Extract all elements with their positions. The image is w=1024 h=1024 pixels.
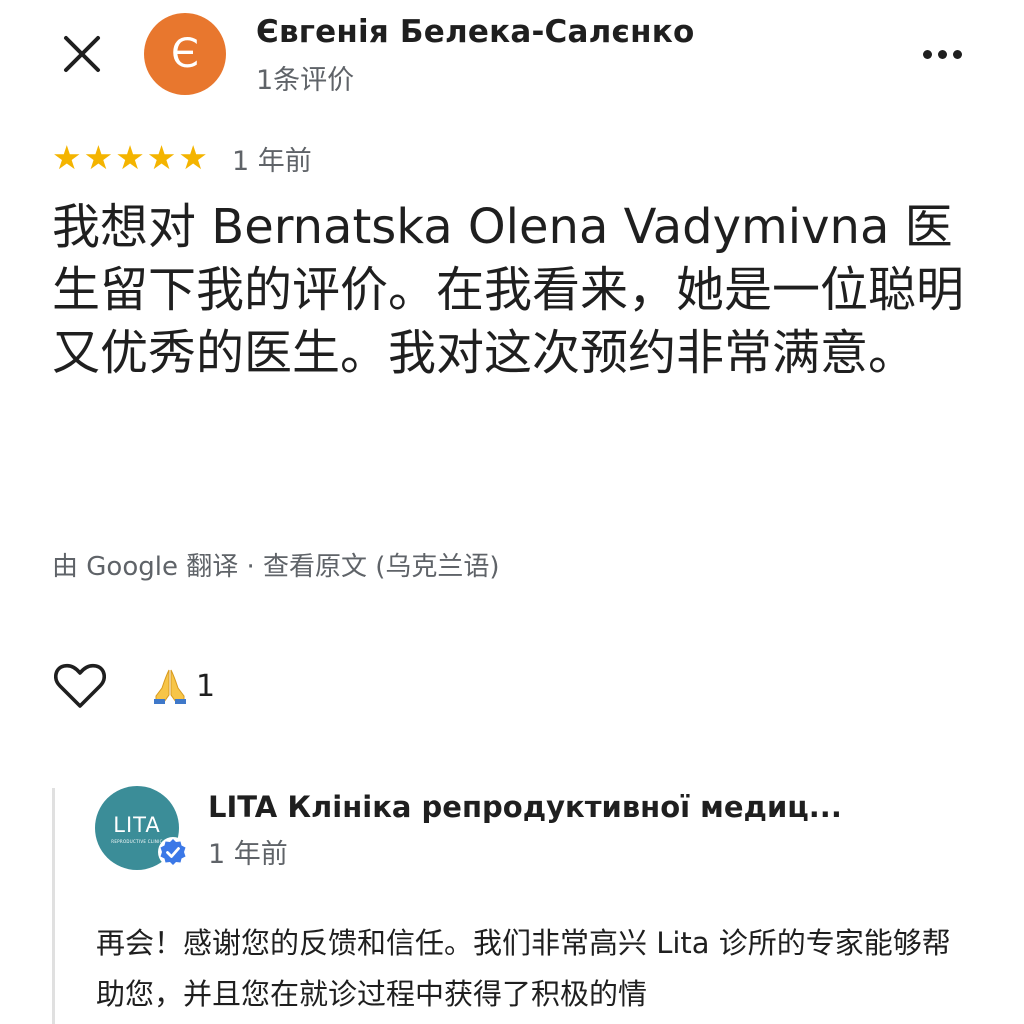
- owner-name[interactable]: LITA Клініка репродуктивної медиц...: [208, 790, 842, 824]
- owner-reply-time: 1 年前: [208, 839, 288, 870]
- folded-hands-emoji: [154, 669, 186, 704]
- translation-note: 由 Google 翻译 · 查看原文 (乌克兰语): [52, 546, 500, 583]
- star-icon: ★: [83, 138, 114, 177]
- more-options-button[interactable]: [912, 30, 972, 78]
- reviewer-review-count: 1条评价: [256, 65, 355, 96]
- owner-reply-text: 再会！感谢您的反馈和信任。我们非常高兴 Lita 诊所的专家能够帮助您，并且您在…: [96, 926, 951, 1011]
- review-time: 1 年前: [231, 145, 312, 177]
- view-original-link[interactable]: 查看原文 (乌克兰语): [263, 552, 500, 582]
- reply-divider: [52, 788, 55, 1024]
- reviewer-name[interactable]: Євгенія Белека-Салєнко: [256, 14, 694, 50]
- more-dot: [937, 49, 947, 59]
- rating-row: ★ ★ ★ ★ ★ 1 年前: [52, 140, 312, 177]
- close-icon: [64, 36, 100, 72]
- star-icon: ★: [178, 138, 208, 177]
- reaction-chip[interactable]: 1: [150, 664, 215, 708]
- reviewer-avatar[interactable]: Є: [144, 13, 226, 95]
- more-horizontal-icon: [922, 49, 932, 59]
- star-rating: ★ ★ ★ ★ ★: [52, 140, 208, 176]
- star-icon: ★: [52, 138, 82, 177]
- reaction-count: 1: [196, 668, 216, 704]
- close-button[interactable]: [50, 22, 114, 86]
- review-text: 我想对 Bernatska Olena Vadymivna 医生留下我的评价。在…: [52, 199, 965, 381]
- more-dot: [952, 49, 962, 59]
- translation-label: 由 Google 翻译 ·: [52, 552, 264, 582]
- star-icon: ★: [115, 138, 145, 177]
- owner-logo-subtext: REPRODUCTIVE CLINIC: [111, 838, 163, 844]
- star-icon: ★: [146, 138, 177, 177]
- owner-logo-text: LITA: [113, 812, 161, 837]
- heart-outline-icon: [54, 663, 106, 708]
- verified-badge-icon: [158, 837, 188, 867]
- review-detail-screen: Є Євгенія Белека-Салєнко 1条评价 ★ ★ ★ ★ ★ 1 年前…: [0, 0, 1024, 1024]
- like-button[interactable]: [50, 656, 110, 716]
